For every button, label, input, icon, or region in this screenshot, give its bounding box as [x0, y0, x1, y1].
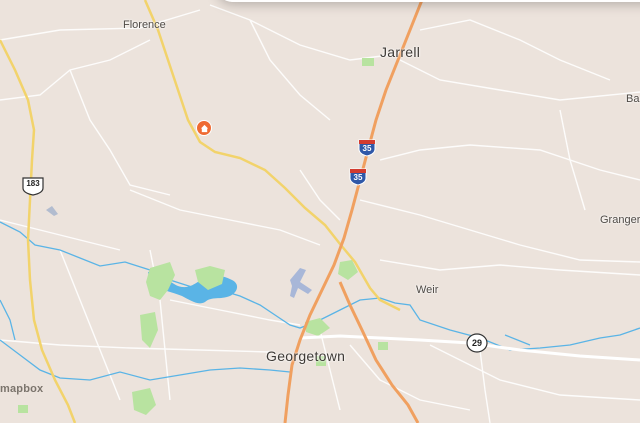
label-florence: Florence — [123, 19, 166, 31]
i-35-shield-north: 35 — [358, 139, 376, 157]
us-183-shield: 183 — [21, 176, 45, 196]
i-35-shield-label: 35 — [353, 173, 363, 182]
us-183-road — [0, 39, 77, 423]
home-icon — [200, 124, 208, 132]
us-183-shield-label: 183 — [26, 179, 40, 188]
i-35-shield-label: 35 — [362, 144, 372, 153]
label-granger: Granger — [600, 214, 640, 226]
i-35-shield-south: 35 — [349, 168, 367, 186]
top-panel — [218, 0, 640, 2]
home-marker-icon[interactable] — [196, 120, 212, 136]
label-jarrell: Jarrell — [380, 44, 421, 60]
label-weir: Weir — [416, 284, 439, 296]
mapbox-logo[interactable]: mapbox — [0, 383, 43, 395]
label-georgetown: Georgetown — [266, 348, 346, 364]
airport-icon — [290, 268, 312, 298]
airport-icon — [46, 206, 58, 216]
i-35-east-road — [338, 281, 420, 423]
label-ba: Ba — [626, 93, 640, 105]
map-view[interactable]: Florence Jarrell Georgetown Weir Granger… — [0, 0, 640, 423]
sh-29-shield-label: 29 — [471, 338, 482, 348]
sh-29-shield: 29 — [466, 333, 488, 353]
